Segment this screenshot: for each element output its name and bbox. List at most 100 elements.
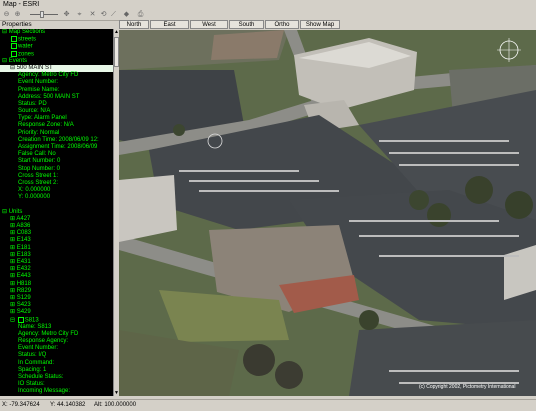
tree-label: Status: I/Q	[18, 352, 46, 358]
tree-row[interactable]: ⊞ E181	[0, 245, 113, 252]
clear-icon[interactable]: ✕	[88, 10, 97, 19]
tree-row[interactable]: Agency: Metro City FD	[0, 331, 113, 338]
tree-label: E143	[17, 237, 31, 243]
tree-row[interactable]	[0, 202, 113, 209]
tree-row[interactable]: ⊞ E183	[0, 252, 113, 259]
tree-row[interactable]: Priority: Normal	[0, 130, 113, 137]
tree-row[interactable]: False Call: No	[0, 151, 113, 158]
tree-row[interactable]: Premise Name:	[0, 87, 113, 94]
collapse-icon[interactable]: ⊟	[2, 29, 9, 35]
zoom-out-icon[interactable]: ⊖	[2, 10, 11, 19]
tree-row[interactable]: ⊞ E431	[0, 259, 113, 266]
tree-row[interactable]: In Command:	[0, 360, 113, 367]
tree-row[interactable]: Event Number:	[0, 79, 113, 86]
tree-label: C083	[17, 230, 31, 236]
expand-icon[interactable]: ⊞	[10, 245, 17, 251]
expand-icon[interactable]: ⊞	[10, 252, 17, 258]
tree-row[interactable]: ⊞ E143	[0, 237, 113, 244]
expand-icon[interactable]: ⊞	[10, 266, 17, 272]
tree-row[interactable]: ⊟ 500 MAIN ST	[0, 65, 113, 72]
north-button[interactable]: North	[119, 20, 149, 29]
properties-tree[interactable]: ⊟ Map Sectionsstreetswaterzones⊟ Events⊟…	[0, 29, 113, 396]
show-map-button[interactable]: Show Map	[300, 20, 340, 29]
tree-row[interactable]: Type: Alarm Panel	[0, 115, 113, 122]
expand-icon[interactable]: ⊞	[10, 281, 17, 287]
tree-label: Creation Time: 2008/06/09 12:	[18, 137, 99, 143]
tree-row[interactable]: ⊞ S129	[0, 295, 113, 302]
tree-row[interactable]: Response Agency:	[0, 338, 113, 345]
tree-label: Assignment Time: 2008/06/09	[18, 144, 97, 150]
tree-row[interactable]: ⊞ E432	[0, 266, 113, 273]
tree-row[interactable]: ⊞ A427	[0, 216, 113, 223]
tree-row[interactable]: streets	[0, 36, 113, 43]
checkbox-icon[interactable]	[18, 317, 24, 323]
tree-row[interactable]: Address: 500 MAIN ST	[0, 94, 113, 101]
tree-row[interactable]: Incoming Message:	[0, 388, 113, 395]
tree-row[interactable]: Stop Number: 0	[0, 166, 113, 173]
zoom-slider-thumb[interactable]	[40, 11, 44, 18]
expand-icon[interactable]: ⊞	[10, 237, 17, 243]
tree-row[interactable]: ⊟ Units	[0, 209, 113, 216]
tree-label: Source: N/A	[18, 108, 50, 114]
select-icon[interactable]: ⌖	[75, 10, 84, 19]
expand-icon[interactable]: ⊞	[10, 295, 17, 301]
print-icon[interactable]: ⎙	[136, 10, 145, 19]
tree-row[interactable]: ⊞ A836	[0, 223, 113, 230]
tree-row[interactable]: Creation Time: 2008/06/09 12:	[0, 137, 113, 144]
tree-row[interactable]: ⊞ S429	[0, 309, 113, 316]
tree-row[interactable]: Cross Street 2:	[0, 180, 113, 187]
collapse-icon[interactable]: ⊟	[10, 317, 17, 323]
tree-row[interactable]: ⊞ E443	[0, 273, 113, 280]
south-button[interactable]: South	[229, 20, 264, 29]
tree-row[interactable]: ⊟ Map Sections	[0, 29, 113, 36]
tree-row[interactable]: IO Status:	[0, 381, 113, 388]
tree-row[interactable]: ⊟ Events	[0, 58, 113, 65]
ortho-button[interactable]: Ortho	[265, 20, 299, 29]
tree-row[interactable]: ⊞ S423	[0, 302, 113, 309]
refresh-icon[interactable]: ⟲	[99, 10, 108, 19]
tree-row[interactable]: Spacing: 1	[0, 367, 113, 374]
tree-row[interactable]: Status: PD	[0, 101, 113, 108]
collapse-icon[interactable]: ⊟	[2, 58, 9, 64]
tree-row[interactable]: Assignment Time: 2008/06/09	[0, 144, 113, 151]
tree-row[interactable]: Y: 0.000000	[0, 194, 113, 201]
expand-icon[interactable]: ⊞	[10, 309, 17, 315]
measure-icon[interactable]: ⟋	[109, 10, 118, 19]
east-button[interactable]: East	[150, 20, 189, 29]
expand-icon[interactable]: ⊞	[10, 259, 17, 265]
expand-icon[interactable]: ⊞	[10, 273, 17, 279]
checkbox-icon[interactable]	[11, 36, 17, 42]
zoom-slider-track[interactable]	[30, 14, 58, 15]
tree-row[interactable]: ⊞ H818	[0, 281, 113, 288]
checkbox-icon[interactable]	[11, 51, 17, 57]
expand-icon[interactable]: ⊞	[10, 230, 17, 236]
checkbox-icon[interactable]	[11, 43, 17, 49]
pan-icon[interactable]: ✥	[62, 10, 71, 19]
tree-row[interactable]: Schedule Status:	[0, 374, 113, 381]
collapse-icon[interactable]: ⊟	[10, 65, 17, 71]
expand-icon[interactable]: ⊞	[10, 302, 17, 308]
tree-row[interactable]: Cross Street 1:	[0, 173, 113, 180]
tree-row[interactable]: zones	[0, 51, 113, 58]
tree-label: In Command:	[18, 360, 54, 366]
tree-row[interactable]: Status: I/Q	[0, 352, 113, 359]
map-view[interactable]: (c) Copyright 2002, Pictometry Internati…	[119, 30, 536, 396]
tree-row[interactable]: Name: S813	[0, 324, 113, 331]
tree-row[interactable]: Response Zone: N/A	[0, 122, 113, 129]
tree-row[interactable]: ⊞ R829	[0, 288, 113, 295]
tree-row[interactable]: Start Number: 0	[0, 158, 113, 165]
west-button[interactable]: West	[190, 20, 228, 29]
tree-label: X: 0.000000	[18, 187, 50, 193]
collapse-icon[interactable]: ⊟	[2, 209, 9, 215]
tree-row[interactable]: X: 0.000000	[0, 187, 113, 194]
tree-row[interactable]: Event Number:	[0, 345, 113, 352]
tree-row[interactable]: ⊟ S813	[0, 317, 113, 324]
tree-row[interactable]: Source: N/A	[0, 108, 113, 115]
tree-row[interactable]: water	[0, 43, 113, 50]
layers-icon[interactable]: ◆	[122, 10, 131, 19]
expand-icon[interactable]: ⊞	[10, 288, 17, 294]
zoom-in-icon[interactable]: ⊕	[13, 10, 22, 19]
tree-row[interactable]: Agency: Metro City FD	[0, 72, 113, 79]
tree-row[interactable]: ⊞ C083	[0, 230, 113, 237]
tree-label: Start Number: 0	[18, 158, 60, 164]
